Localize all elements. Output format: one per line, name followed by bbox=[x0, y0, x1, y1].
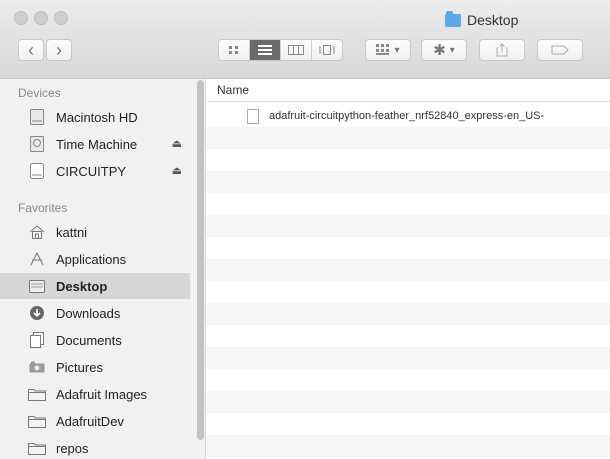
zoom-button[interactable] bbox=[54, 11, 68, 25]
pictures-icon bbox=[28, 359, 46, 375]
empty-row bbox=[207, 281, 610, 303]
downloads-icon bbox=[28, 305, 46, 321]
folder-icon bbox=[445, 10, 461, 27]
arrange-chevron-icon: ▾ bbox=[394, 44, 400, 56]
home-icon bbox=[28, 224, 46, 240]
empty-row bbox=[207, 435, 610, 457]
empty-row bbox=[207, 171, 610, 193]
sidebar-item-macintosh-hd[interactable]: Macintosh HD bbox=[0, 104, 190, 130]
forward-button[interactable]: › bbox=[46, 39, 72, 61]
arrange-icon bbox=[376, 44, 390, 55]
sidebar-item-label: Desktop bbox=[56, 278, 108, 294]
window-title-label: Desktop bbox=[467, 12, 519, 28]
back-chevron-icon: ‹ bbox=[28, 39, 34, 60]
empty-row bbox=[207, 259, 610, 281]
empty-row bbox=[207, 149, 610, 171]
eject-icon[interactable]: ⏏ bbox=[172, 164, 182, 177]
empty-row bbox=[207, 127, 610, 149]
sidebar-item-label: Time Machine bbox=[56, 136, 138, 152]
sidebar-item-adafruit-images[interactable]: Adafruit Images bbox=[0, 381, 190, 407]
folder-icon bbox=[28, 413, 46, 429]
sidebar-item-pictures[interactable]: Pictures bbox=[0, 354, 190, 380]
finder-window: Desktop ‹ › ▾ ✱ ▾ Devices Macintosh HD T… bbox=[0, 0, 610, 459]
sidebar-item-desktop[interactable]: Desktop bbox=[0, 273, 190, 299]
sidebar-item-label: kattni bbox=[56, 224, 88, 240]
sidebar-item-label: Applications bbox=[56, 251, 127, 267]
eject-icon[interactable]: ⏏ bbox=[172, 137, 182, 150]
column-view-button[interactable] bbox=[281, 40, 312, 60]
arrange-button[interactable]: ▾ bbox=[365, 39, 411, 61]
sidebar-item-label: Macintosh HD bbox=[56, 109, 138, 125]
folder-icon bbox=[28, 386, 46, 402]
share-icon bbox=[496, 43, 508, 57]
list-view-button[interactable] bbox=[250, 40, 281, 60]
action-button[interactable]: ✱ ▾ bbox=[421, 39, 467, 61]
minimize-button[interactable] bbox=[34, 11, 48, 25]
applications-icon bbox=[28, 251, 46, 267]
view-mode-control bbox=[218, 39, 343, 61]
drive-icon bbox=[28, 163, 46, 179]
file-name: adafruit-circuitpython-feather_nrf52840_… bbox=[269, 110, 545, 122]
empty-row bbox=[207, 325, 610, 347]
empty-row bbox=[207, 237, 610, 259]
tags-button[interactable] bbox=[537, 39, 583, 61]
sidebar-scrollbar[interactable] bbox=[197, 80, 204, 440]
sidebar-item-label: Downloads bbox=[56, 305, 121, 321]
sidebar-item-label: Documents bbox=[56, 332, 122, 348]
coverflow-view-button[interactable] bbox=[312, 40, 342, 60]
empty-row bbox=[207, 369, 610, 391]
folder-icon bbox=[28, 440, 46, 456]
sidebar-section-devices: Devices bbox=[18, 86, 61, 100]
column-header-label: Name bbox=[217, 83, 250, 97]
back-button[interactable]: ‹ bbox=[18, 39, 44, 61]
sidebar-item-kattni[interactable]: kattni bbox=[0, 219, 190, 245]
sidebar-item-label: Adafruit Images bbox=[56, 386, 148, 402]
sidebar-item-downloads[interactable]: Downloads bbox=[0, 300, 190, 326]
tag-icon bbox=[551, 45, 569, 55]
document-icon bbox=[247, 108, 259, 124]
sidebar-item-applications[interactable]: Applications bbox=[0, 246, 190, 272]
empty-row bbox=[207, 347, 610, 369]
close-button[interactable] bbox=[14, 11, 28, 25]
empty-row bbox=[207, 413, 610, 435]
sidebar-item-label: AdafruitDev bbox=[56, 413, 124, 429]
title-bar: Desktop ‹ › ▾ ✱ ▾ bbox=[0, 0, 610, 79]
list-view-icon bbox=[258, 45, 272, 55]
empty-row bbox=[207, 391, 610, 413]
coverflow-view-icon bbox=[319, 45, 335, 55]
documents-icon bbox=[28, 332, 46, 348]
empty-row bbox=[207, 215, 610, 237]
icon-view-icon bbox=[229, 46, 238, 54]
window-title: Desktop bbox=[445, 10, 518, 30]
action-chevron-icon: ▾ bbox=[449, 44, 455, 56]
sidebar: Devices Macintosh HD Time Machine ⏏ CIRC… bbox=[0, 79, 206, 459]
sidebar-section-favorites: Favorites bbox=[18, 201, 68, 215]
sidebar-item-documents[interactable]: Documents bbox=[0, 327, 190, 353]
column-view-icon bbox=[288, 45, 304, 55]
sidebar-item-label: Pictures bbox=[56, 359, 103, 375]
desktop-icon bbox=[28, 278, 46, 294]
empty-row bbox=[207, 193, 610, 215]
hard-drive-icon bbox=[28, 109, 46, 125]
sidebar-item-adafruitdev[interactable]: AdafruitDev bbox=[0, 408, 190, 434]
share-button[interactable] bbox=[479, 39, 525, 61]
time-machine-icon bbox=[28, 136, 46, 152]
sidebar-item-time-machine[interactable]: Time Machine ⏏ bbox=[0, 131, 190, 157]
empty-row bbox=[207, 303, 610, 325]
forward-chevron-icon: › bbox=[56, 39, 62, 60]
sidebar-item-label: CIRCUITPY bbox=[56, 163, 127, 179]
file-row[interactable]: adafruit-circuitpython-feather_nrf52840_… bbox=[207, 105, 610, 127]
column-header-name[interactable]: Name bbox=[207, 79, 610, 102]
icon-view-button[interactable] bbox=[219, 40, 250, 60]
sidebar-item-repos[interactable]: repos bbox=[0, 435, 190, 459]
sidebar-item-circuitpy[interactable]: CIRCUITPY ⏏ bbox=[0, 158, 190, 184]
gear-icon: ✱ bbox=[433, 42, 446, 59]
sidebar-item-label: repos bbox=[56, 440, 89, 456]
file-list: Name adafruit-circuitpython-feather_nrf5… bbox=[207, 79, 610, 459]
